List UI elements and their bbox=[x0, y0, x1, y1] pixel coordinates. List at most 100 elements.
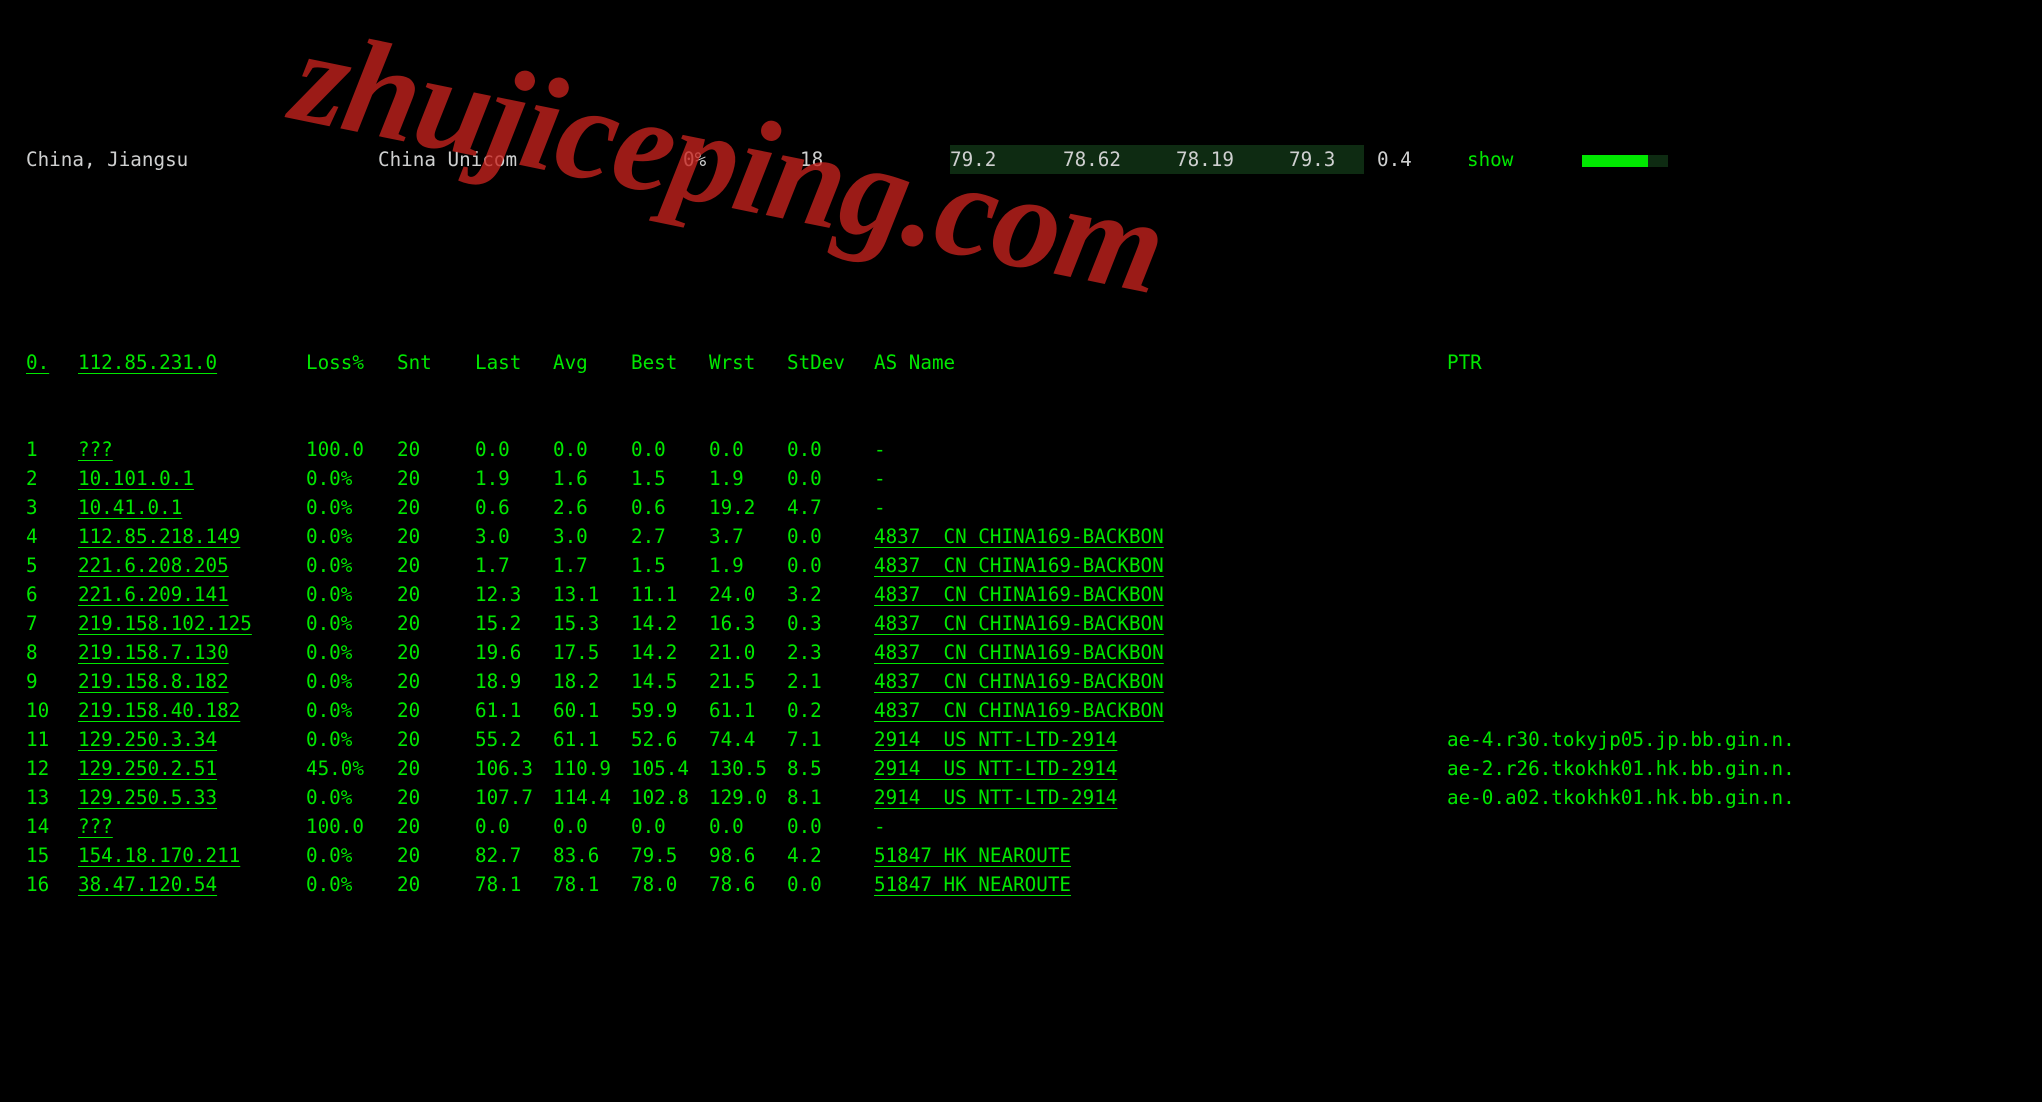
hop-as-name[interactable]: 2914 US NTT-LTD-2914 bbox=[874, 783, 1447, 812]
hop-wrst: 98.6 bbox=[709, 841, 787, 870]
hop-best: 2.7 bbox=[631, 522, 709, 551]
hop-best: 59.9 bbox=[631, 696, 709, 725]
hop-loss: 0.0% bbox=[306, 493, 397, 522]
hop-as-name[interactable]: 2914 US NTT-LTD-2914 bbox=[874, 725, 1447, 754]
hop-best: 102.8 bbox=[631, 783, 709, 812]
hop-ptr bbox=[1447, 464, 2042, 493]
metric-last: 79.2 bbox=[950, 145, 1063, 174]
hop-avg: 78.1 bbox=[553, 870, 631, 899]
hop-ip[interactable]: 10.41.0.1 bbox=[78, 493, 306, 522]
hop-last: 19.6 bbox=[475, 638, 553, 667]
hop-loss: 45.0% bbox=[306, 754, 397, 783]
hop-snt: 20 bbox=[397, 464, 475, 493]
hop-stdev: 7.1 bbox=[787, 725, 865, 754]
hop-ip[interactable]: 221.6.209.141 bbox=[78, 580, 306, 609]
hop-ptr bbox=[1447, 551, 2042, 580]
hop-stdev: 8.5 bbox=[787, 754, 865, 783]
hop-as-name: - bbox=[874, 435, 1447, 464]
hop-loss: 0.0% bbox=[306, 667, 397, 696]
hop-loss: 0.0% bbox=[306, 696, 397, 725]
hop-wrst: 21.0 bbox=[709, 638, 787, 667]
hop-as-name: - bbox=[874, 493, 1447, 522]
hop-avg: 110.9 bbox=[553, 754, 631, 783]
hop-as-name[interactable]: 4837 CN CHINA169-BACKBON bbox=[874, 696, 1447, 725]
hop-number: 5 bbox=[26, 551, 78, 580]
table-row: 1???100.0200.00.00.00.00.0- bbox=[0, 435, 2042, 464]
show-link[interactable]: show bbox=[1467, 145, 1582, 174]
hop-as-name[interactable]: 4837 CN CHINA169-BACKBON bbox=[874, 609, 1447, 638]
hop-as-name[interactable]: 4837 CN CHINA169-BACKBON bbox=[874, 667, 1447, 696]
hop-snt: 20 bbox=[397, 696, 475, 725]
hop-avg: 1.6 bbox=[553, 464, 631, 493]
watermark-text: zhujiceping.com bbox=[294, 60, 1574, 348]
hop-ptr: ae-0.a02.tkokhk01.hk.bb.gin.n. bbox=[1447, 783, 2042, 812]
hop-snt: 20 bbox=[397, 638, 475, 667]
table-row: 4112.85.218.1490.0%203.03.02.73.70.04837… bbox=[0, 522, 2042, 551]
hop-loss: 0.0% bbox=[306, 638, 397, 667]
isp-cell: China Unicom bbox=[378, 145, 683, 174]
header-ip: 112.85.231.0 bbox=[78, 348, 306, 377]
hop-ip[interactable]: 112.85.218.149 bbox=[78, 522, 306, 551]
hop-last: 61.1 bbox=[475, 696, 553, 725]
hop-as-name[interactable]: 4837 CN CHINA169-BACKBON bbox=[874, 638, 1447, 667]
hop-snt: 20 bbox=[397, 522, 475, 551]
header-as: AS Name bbox=[874, 348, 1447, 377]
hop-avg: 83.6 bbox=[553, 841, 631, 870]
hop-ip[interactable]: ??? bbox=[78, 435, 306, 464]
hop-stdev: 0.0 bbox=[787, 464, 865, 493]
hop-ptr bbox=[1447, 638, 2042, 667]
hop-number: 12 bbox=[26, 754, 78, 783]
table-row: 14???100.0200.00.00.00.00.0- bbox=[0, 812, 2042, 841]
hop-snt: 20 bbox=[397, 493, 475, 522]
hop-number: 14 bbox=[26, 812, 78, 841]
hop-avg: 0.0 bbox=[553, 435, 631, 464]
hop-ip[interactable]: 219.158.8.182 bbox=[78, 667, 306, 696]
hop-avg: 1.7 bbox=[553, 551, 631, 580]
header-snt: Snt bbox=[397, 348, 475, 377]
hop-ip[interactable]: 129.250.3.34 bbox=[78, 725, 306, 754]
hop-best: 14.2 bbox=[631, 609, 709, 638]
hop-wrst: 130.5 bbox=[709, 754, 787, 783]
hop-wrst: 129.0 bbox=[709, 783, 787, 812]
hop-ip[interactable]: 129.250.2.51 bbox=[78, 754, 306, 783]
hop-as-name[interactable]: 4837 CN CHINA169-BACKBON bbox=[874, 551, 1447, 580]
hop-snt: 20 bbox=[397, 783, 475, 812]
hop-as-name: - bbox=[874, 464, 1447, 493]
hop-number: 4 bbox=[26, 522, 78, 551]
hop-wrst: 19.2 bbox=[709, 493, 787, 522]
metric-avg: 78.62 bbox=[1063, 145, 1176, 174]
hop-ip[interactable]: 219.158.102.125 bbox=[78, 609, 306, 638]
hop-as-name[interactable]: 51847 HK NEAROUTE bbox=[874, 841, 1447, 870]
hop-wrst: 16.3 bbox=[709, 609, 787, 638]
hop-last: 3.0 bbox=[475, 522, 553, 551]
hop-stdev: 0.0 bbox=[787, 870, 865, 899]
hop-ptr bbox=[1447, 580, 2042, 609]
hop-ip[interactable]: 154.18.170.211 bbox=[78, 841, 306, 870]
signal-bar bbox=[1582, 145, 1672, 232]
hop-as-name[interactable]: 2914 US NTT-LTD-2914 bbox=[874, 754, 1447, 783]
hop-as-name[interactable]: 4837 CN CHINA169-BACKBON bbox=[874, 522, 1447, 551]
hop-last: 18.9 bbox=[475, 667, 553, 696]
hop-as-name[interactable]: 51847 HK NEAROUTE bbox=[874, 870, 1447, 899]
hop-as-name[interactable]: 4837 CN CHINA169-BACKBON bbox=[874, 580, 1447, 609]
hop-avg: 3.0 bbox=[553, 522, 631, 551]
hop-ip[interactable]: ??? bbox=[78, 812, 306, 841]
hop-ip[interactable]: 10.101.0.1 bbox=[78, 464, 306, 493]
hop-stdev: 4.7 bbox=[787, 493, 865, 522]
hop-ptr bbox=[1447, 435, 2042, 464]
hop-ptr bbox=[1447, 522, 2042, 551]
header-stdev: StDev bbox=[787, 348, 865, 377]
table-row: 7219.158.102.1250.0%2015.215.314.216.30.… bbox=[0, 609, 2042, 638]
hop-number: 13 bbox=[26, 783, 78, 812]
hop-ip[interactable]: 129.250.5.33 bbox=[78, 783, 306, 812]
hop-ip[interactable]: 219.158.40.182 bbox=[78, 696, 306, 725]
table-row: 10219.158.40.1820.0%2061.160.159.961.10.… bbox=[0, 696, 2042, 725]
hop-ip[interactable]: 38.47.120.54 bbox=[78, 870, 306, 899]
hop-wrst: 3.7 bbox=[709, 522, 787, 551]
hop-stdev: 8.1 bbox=[787, 783, 865, 812]
hop-ip[interactable]: 219.158.7.130 bbox=[78, 638, 306, 667]
hop-number: 6 bbox=[26, 580, 78, 609]
hop-ip[interactable]: 221.6.208.205 bbox=[78, 551, 306, 580]
metric-best: 78.19 bbox=[1176, 145, 1289, 174]
hop-wrst: 1.9 bbox=[709, 551, 787, 580]
